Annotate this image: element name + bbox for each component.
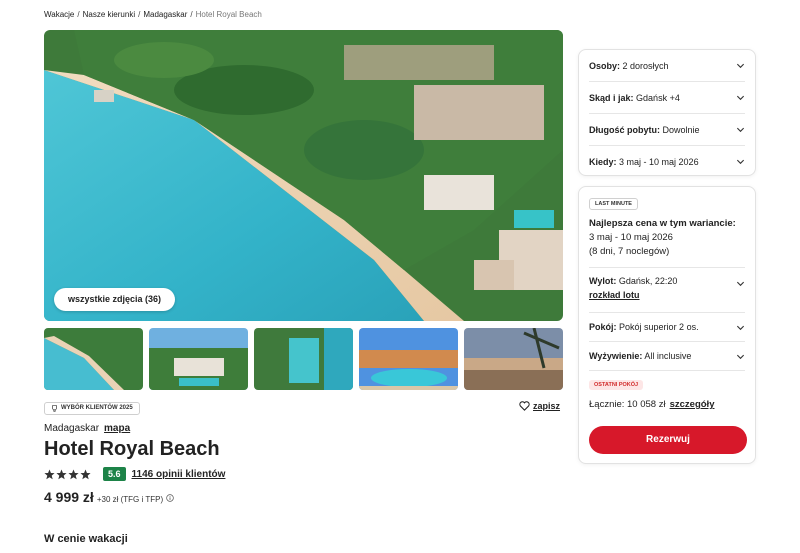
departure-value: Gdańsk +4 [636, 92, 680, 103]
price-row: 4 999 zł +30 zł (TFG i TFP) [44, 489, 174, 505]
reserve-button[interactable]: Rezerwuj [589, 426, 747, 454]
breadcrumb-madagaskar[interactable]: Madagaskar [143, 10, 187, 19]
board-text: Wyżywienie: All inclusive [589, 351, 691, 361]
hotel-stars [44, 469, 91, 480]
star-icon [44, 469, 55, 479]
room-label: Pokój: [589, 322, 617, 332]
board-value: All inclusive [644, 351, 692, 361]
chevron-down-icon [736, 354, 745, 359]
hotel-location: Madagaskar mapa [44, 423, 130, 434]
thumbnail-2[interactable] [149, 328, 248, 390]
flight-section: Wylot: Gdańsk, 22:20 rozkład lotu Pokój:… [579, 267, 755, 371]
total-price: Łącznie: 10 058 zł szczegóły [589, 399, 714, 410]
people-text: Osoby: 2 dorosłych [589, 61, 669, 71]
hero-photo-art [44, 30, 563, 321]
thumbnail-pool [359, 328, 458, 390]
star-icon [68, 469, 79, 479]
chevron-down-icon [736, 127, 745, 133]
hotel-country: Madagaskar [44, 423, 100, 434]
last-room-tag: OSTATNI POKÓJ [589, 380, 644, 390]
room-value: Pokój superior 2 os. [619, 322, 699, 332]
search-panel: Osoby: 2 dorosłych Skąd i jak: Gdańsk +4… [578, 49, 756, 176]
people-label: Osoby: [589, 60, 621, 71]
people-value: 2 dorosłych [622, 60, 669, 71]
last-minute-tag: LAST MINUTE [589, 198, 638, 210]
board-selector[interactable]: Wyżywienie: All inclusive [579, 342, 755, 370]
thumbnail-resort [149, 328, 248, 390]
flight-info: Wylot: Gdańsk, 22:20 rozkład lotu [589, 276, 677, 300]
flight-selector[interactable]: Wylot: Gdańsk, 22:20 rozkład lotu [579, 268, 755, 308]
hotel-title: Hotel Royal Beach [44, 438, 220, 460]
room-selector[interactable]: Pokój: Pokój superior 2 os. [579, 313, 755, 341]
trophy-icon [52, 405, 57, 412]
best-price-heading: Najlepsza cena w tym wariancie: [589, 218, 736, 229]
chevron-down-icon [736, 159, 745, 165]
thumbnail-1[interactable] [44, 328, 143, 390]
reviews-link[interactable]: 1146 opinii klientów [132, 469, 226, 480]
total-label: Łącznie: 10 058 zł [589, 399, 666, 410]
details-link[interactable]: szczegóły [670, 399, 715, 410]
star-icon [80, 469, 91, 479]
chevron-down-icon [736, 281, 745, 287]
flight-value: Gdańsk, 22:20 [618, 276, 678, 286]
breadcrumb: Wakacje / Nasze kierunki / Madagaskar / Hotel … [44, 10, 262, 19]
breadcrumb-wakacje[interactable]: Wakacje [44, 10, 74, 19]
breadcrumb-nasze-kierunki[interactable]: Nasze kierunki [83, 10, 135, 19]
save-label: zapisz [533, 401, 561, 411]
customer-choice-label: WYBÓR KLIENTÓW 2025 [61, 405, 133, 411]
duration-selector[interactable]: Długość pobytu: Dowolnie [579, 114, 755, 145]
all-photos-button[interactable]: wszystkie zdjęcia (36) [54, 288, 176, 311]
price: 4 999 zł [44, 489, 94, 505]
save-button[interactable]: zapisz [519, 401, 560, 411]
thumbnail-strip [44, 328, 563, 390]
offer-dates: 3 maj - 10 maj 2026 [589, 232, 673, 243]
thumbnail-sunset [464, 328, 563, 390]
duration-text: Długość pobytu: Dowolnie [589, 125, 700, 135]
flight-schedule-link[interactable]: rozkład lotu [589, 290, 640, 300]
departure-label: Skąd i jak: [589, 92, 634, 103]
thumbnail-beach-aerial [44, 328, 143, 390]
offer-nights: (8 dni, 7 noclegów) [589, 246, 670, 257]
thumbnail-5[interactable] [464, 328, 563, 390]
customer-choice-badge: WYBÓR KLIENTÓW 2025 [44, 402, 140, 415]
rating-row: 5.6 1146 opinii klientów [44, 467, 225, 481]
duration-label: Długość pobytu: [589, 124, 660, 135]
heart-icon [519, 401, 530, 411]
thumbnail-pool-aerial [254, 328, 353, 390]
date-selector[interactable]: Kiedy: 3 maj - 10 maj 2026 [579, 146, 755, 177]
hero-photo[interactable]: wszystkie zdjęcia (36) [44, 30, 563, 321]
score-badge: 5.6 [103, 467, 126, 481]
best-price-info: Najlepsza cena w tym wariancie: 3 maj - … [589, 217, 736, 259]
divider [589, 370, 745, 371]
departure-selector[interactable]: Skąd i jak: Gdańsk +4 [579, 82, 755, 113]
thumbnail-3[interactable] [254, 328, 353, 390]
room-text: Pokój: Pokój superior 2 os. [589, 322, 699, 332]
chevron-down-icon [736, 95, 745, 101]
price-extra: +30 zł (TFG i TFP) [96, 495, 164, 504]
flight-label: Wylot: [589, 276, 617, 286]
duration-value: Dowolnie [662, 124, 700, 135]
chevron-down-icon [736, 63, 745, 69]
date-value: 3 maj - 10 maj 2026 [619, 156, 699, 167]
breadcrumb-current: Hotel Royal Beach [195, 10, 262, 19]
star-icon [56, 469, 67, 479]
people-selector[interactable]: Osoby: 2 dorosłych [579, 50, 755, 81]
departure-text: Skąd i jak: Gdańsk +4 [589, 93, 680, 103]
board-label: Wyżywienie: [589, 351, 643, 361]
date-label: Kiedy: [589, 156, 617, 167]
section-title-included: W cenie wakacji [44, 533, 128, 545]
map-link[interactable]: mapa [104, 423, 130, 434]
date-text: Kiedy: 3 maj - 10 maj 2026 [589, 157, 699, 167]
offer-panel: LAST MINUTE Najlepsza cena w tym warianc… [578, 186, 756, 464]
thumbnail-4[interactable] [359, 328, 458, 390]
chevron-down-icon [736, 325, 745, 330]
info-icon[interactable] [166, 494, 174, 502]
